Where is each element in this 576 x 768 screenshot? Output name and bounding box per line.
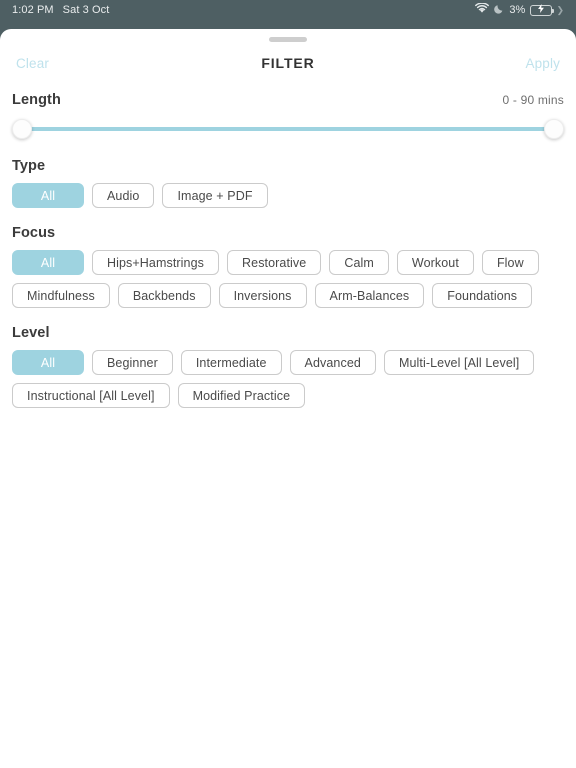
chevron-right-icon: ❯ — [556, 4, 564, 15]
focus-title: Focus — [12, 225, 56, 241]
length-value: 0 - 90 mins — [502, 93, 564, 107]
focus-header: Focus — [12, 225, 564, 241]
status-time: 1:02 PM — [12, 4, 54, 16]
chip-mindfulness[interactable]: Mindfulness — [12, 283, 110, 308]
sheet-drag-handle[interactable] — [0, 29, 576, 44]
chip-calm[interactable]: Calm — [329, 250, 389, 275]
status-bar-left: 1:02 PM Sat 3 Oct — [12, 4, 109, 16]
chip-multi-level-all-level[interactable]: Multi-Level [All Level] — [383, 350, 535, 375]
apply-button[interactable]: Apply — [523, 52, 562, 75]
chip-flow[interactable]: Flow — [481, 250, 539, 275]
chip-all[interactable]: All — [12, 250, 84, 275]
status-date: Sat 3 Oct — [62, 4, 110, 16]
length-header: Length 0 - 90 mins — [12, 92, 564, 108]
chip-hips-hamstrings[interactable]: Hips+Hamstrings — [92, 250, 220, 275]
clear-button[interactable]: Clear — [14, 52, 51, 75]
filter-header: Clear FILTER Apply — [0, 44, 576, 82]
chip-foundations[interactable]: Foundations — [432, 283, 533, 308]
battery-charging-icon — [530, 4, 555, 16]
type-title: Type — [12, 158, 46, 174]
wifi-icon — [475, 2, 490, 17]
slider-thumb-min[interactable] — [12, 119, 32, 139]
filter-body: Length 0 - 90 mins Type All Audio Image + … — [0, 82, 576, 408]
chip-restorative[interactable]: Restorative — [227, 250, 322, 275]
status-bar: 1:02 PM Sat 3 Oct 3% ❯ — [0, 0, 576, 20]
section-type: Type All Audio Image + PDF — [12, 158, 564, 208]
section-focus: Focus All Hips+Hamstrings Restorative Calm W… — [12, 225, 564, 308]
page-title: FILTER — [261, 55, 315, 71]
filter-sheet: Clear FILTER Apply Length 0 - 90 mins Ty… — [0, 29, 576, 768]
chip-backbends[interactable]: Backbends — [117, 283, 211, 308]
chip-audio[interactable]: Audio — [92, 183, 155, 208]
battery-percent: 3% — [509, 4, 526, 16]
chip-beginner[interactable]: Beginner — [92, 350, 173, 375]
focus-chip-group: All Hips+Hamstrings Restorative Calm Workout… — [12, 250, 564, 308]
length-title: Length — [12, 92, 61, 108]
level-title: Level — [12, 325, 50, 341]
chip-all[interactable]: All — [12, 183, 84, 208]
slider-thumb-max[interactable] — [544, 119, 564, 139]
slider-selected-range — [22, 127, 554, 131]
crescent-moon-icon — [494, 4, 504, 17]
chip-instructional-all-level[interactable]: Instructional [All Level] — [12, 383, 170, 408]
drag-handle-pill — [269, 37, 307, 42]
type-chip-group: All Audio Image + PDF — [12, 183, 564, 208]
status-bar-right: 3% ❯ — [475, 2, 564, 17]
level-chip-group: All Beginner Intermediate Advanced Multi-Lev… — [12, 350, 564, 408]
chip-advanced[interactable]: Advanced — [289, 350, 376, 375]
length-range-slider[interactable] — [12, 117, 564, 141]
chip-image-pdf[interactable]: Image + PDF — [162, 183, 268, 208]
chip-inversions[interactable]: Inversions — [218, 283, 307, 308]
level-header: Level — [12, 325, 564, 341]
chip-arm-balances[interactable]: Arm-Balances — [314, 283, 425, 308]
section-level: Level All Beginner Intermediate Advanced Mul… — [12, 325, 564, 408]
type-header: Type — [12, 158, 564, 174]
chip-intermediate[interactable]: Intermediate — [180, 350, 282, 375]
section-length: Length 0 - 90 mins — [12, 92, 564, 141]
chip-workout[interactable]: Workout — [396, 250, 474, 275]
chip-modified-practice[interactable]: Modified Practice — [177, 383, 306, 408]
chip-all[interactable]: All — [12, 350, 84, 375]
